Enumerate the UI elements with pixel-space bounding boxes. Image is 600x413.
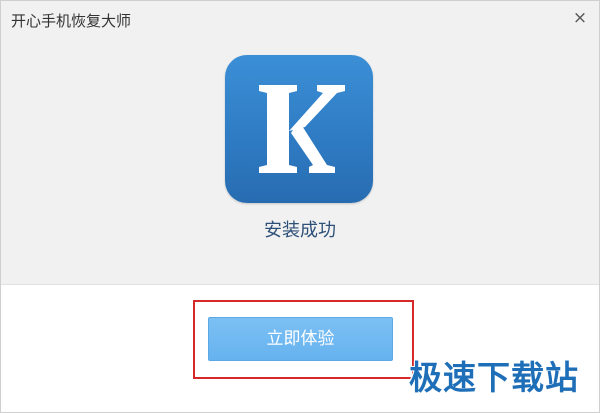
- watermark-logo: 极速下载站: [409, 358, 579, 397]
- close-icon[interactable]: ×: [571, 9, 589, 27]
- title-bar: 开心手机恢复大师 ×: [1, 1, 599, 41]
- k-letter-icon: [259, 85, 345, 173]
- app-logo: [225, 55, 373, 203]
- install-success-text: 安装成功: [264, 220, 336, 241]
- installer-window: 开心手机恢复大师 × 安装成功 立即体验 极速下载站: [0, 0, 600, 413]
- try-now-button[interactable]: 立即体验: [208, 317, 393, 361]
- window-title: 开心手机恢复大师: [11, 12, 132, 30]
